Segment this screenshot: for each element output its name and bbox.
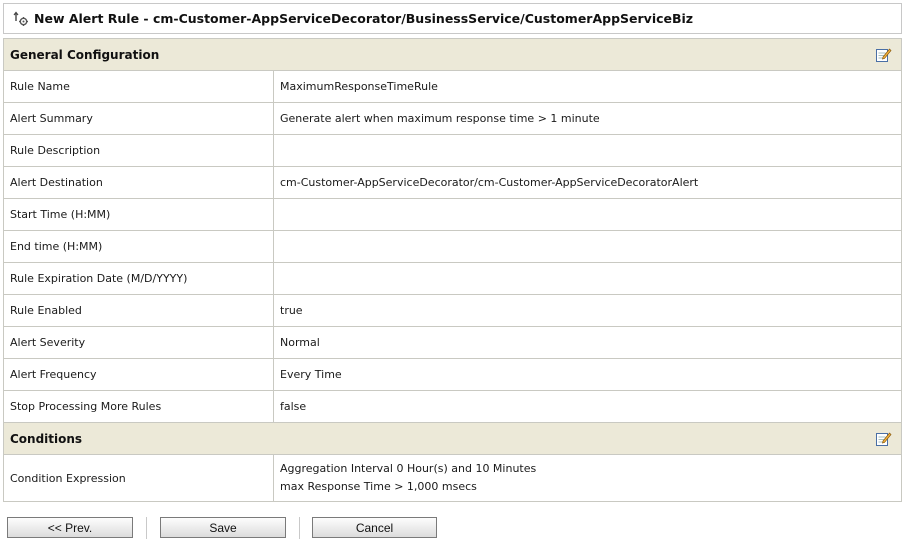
field-label: Condition Expression (3, 454, 274, 502)
button-bar: << Prev. Save Cancel (7, 517, 447, 539)
field-label: Rule Description (3, 134, 274, 167)
page-title-bar: New Alert Rule - cm-Customer-AppServiceD… (3, 3, 902, 34)
section-conditions: Conditions (3, 422, 902, 455)
field-value: false (273, 390, 902, 423)
save-button[interactable]: Save (160, 517, 286, 538)
field-row: Rule Name MaximumResponseTimeRule (3, 70, 902, 103)
field-row: Rule Enabled true (3, 294, 902, 327)
condition-line: Aggregation Interval 0 Hour(s) and 10 Mi… (280, 462, 537, 475)
field-value (273, 198, 902, 231)
field-label: Alert Destination (3, 166, 274, 199)
field-row: Alert Summary Generate alert when maximum… (3, 102, 902, 135)
field-label: Stop Processing More Rules (3, 390, 274, 423)
field-value: cm-Customer-AppServiceDecorator/cm-Custo… (273, 166, 902, 199)
field-value (273, 262, 902, 295)
field-label: Rule Name (3, 70, 274, 103)
field-label: Start Time (H:MM) (3, 198, 274, 231)
alert-rule-table: General Configuration Rule Name MaximumRe… (3, 38, 902, 502)
field-row: End time (H:MM) (3, 230, 902, 263)
condition-line: max Response Time > 1,000 msecs (280, 480, 477, 493)
field-label: Alert Frequency (3, 358, 274, 391)
divider (146, 517, 147, 539)
field-label: End time (H:MM) (3, 230, 274, 263)
field-value: Every Time (273, 358, 902, 391)
section-title: General Configuration (10, 47, 160, 62)
field-row: Stop Processing More Rules false (3, 390, 902, 423)
field-label: Alert Summary (3, 102, 274, 135)
alert-rule-icon (13, 11, 29, 27)
divider (299, 517, 300, 539)
section-title: Conditions (10, 431, 83, 446)
field-label: Rule Expiration Date (M/D/YYYY) (3, 262, 274, 295)
field-label: Alert Severity (3, 326, 274, 359)
field-row: Start Time (H:MM) (3, 198, 902, 231)
field-value: Generate alert when maximum response tim… (273, 102, 902, 135)
field-row: Rule Description (3, 134, 902, 167)
field-row: Alert Destination cm-Customer-AppServiceD… (3, 166, 902, 199)
section-general-configuration: General Configuration (3, 38, 902, 71)
field-row: Alert Severity Normal (3, 326, 902, 359)
field-label: Rule Enabled (3, 294, 274, 327)
field-row: Alert Frequency Every Time (3, 358, 902, 391)
field-value (273, 134, 902, 167)
prev-button[interactable]: << Prev. (7, 517, 133, 538)
field-value (273, 230, 902, 263)
field-row: Rule Expiration Date (M/D/YYYY) (3, 262, 902, 295)
field-value: Normal (273, 326, 902, 359)
cancel-button[interactable]: Cancel (312, 517, 437, 538)
field-value: MaximumResponseTimeRule (273, 70, 902, 103)
condition-expression-row: Condition Expression Aggregation Interva… (3, 454, 902, 502)
edit-icon[interactable] (875, 46, 892, 63)
page-title: New Alert Rule - cm-Customer-AppServiceD… (34, 11, 694, 26)
field-value: Aggregation Interval 0 Hour(s) and 10 Mi… (273, 454, 902, 502)
field-value: true (273, 294, 902, 327)
edit-icon[interactable] (875, 430, 892, 447)
